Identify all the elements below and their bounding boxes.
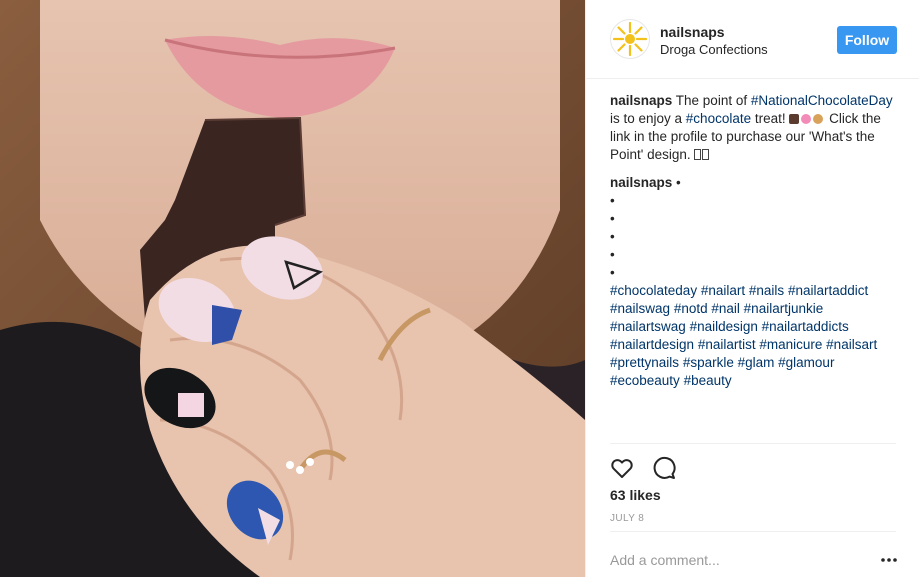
photo-illustration <box>0 0 585 577</box>
action-bar <box>610 456 690 480</box>
hashtag-link[interactable]: #beauty <box>684 373 732 388</box>
bullet-line: • <box>610 247 615 262</box>
hashtag-link[interactable]: #notd <box>674 301 708 316</box>
divider <box>610 443 896 444</box>
hashtag-link[interactable]: #naildesign <box>690 319 758 334</box>
cookie-emoji-icon <box>813 114 824 124</box>
hashtag-link[interactable]: #chocolate <box>686 111 751 126</box>
hashtag-link[interactable]: #glamour <box>778 355 834 370</box>
follow-button[interactable]: Follow <box>837 26 897 54</box>
hashtag-link[interactable]: #nailsart <box>826 337 877 352</box>
bullet-line: • <box>610 193 615 208</box>
hashtag-link[interactable]: #NationalChocolateDay <box>751 93 893 108</box>
donut-emoji-icon <box>801 114 812 124</box>
caption-comment: nailsnaps The point of #NationalChocolat… <box>610 92 900 164</box>
hashtag-link[interactable]: #chocolateday <box>610 283 697 298</box>
hashtag-link[interactable]: #sparkle <box>683 355 734 370</box>
comments-section: nailsnaps The point of #NationalChocolat… <box>610 92 900 400</box>
tags-comment-username-link[interactable]: nailsnaps <box>610 175 672 190</box>
comment-bubble-icon <box>654 456 676 479</box>
caption-username-link[interactable]: nailsnaps <box>610 93 672 108</box>
add-comment-input[interactable] <box>610 550 860 570</box>
tags-comment-suffix: • <box>672 175 681 190</box>
hashtag-link[interactable]: #nailartjunkie <box>744 301 824 316</box>
hashtag-link[interactable]: #nailartaddict <box>788 283 868 298</box>
likes-count[interactable]: 63 likes <box>610 487 661 503</box>
unsupported-glyph-icon <box>702 149 710 160</box>
post-date[interactable]: JULY 8 <box>610 513 644 524</box>
more-options-button[interactable] <box>880 551 898 569</box>
bullet-line: • <box>610 229 615 244</box>
avatar[interactable] <box>610 19 650 59</box>
chocolate-emoji-icon <box>789 114 800 124</box>
hashtag-list: #chocolateday #nailart #nails #nailartad… <box>610 282 900 390</box>
hashtag-link[interactable]: #ecobeauty <box>610 373 680 388</box>
bullet-line: • <box>610 265 615 280</box>
like-button[interactable] <box>610 456 636 480</box>
bullet-line: • <box>610 211 615 226</box>
post-username-link[interactable]: nailsnaps <box>660 24 725 40</box>
post-side-panel: nailsnaps Droga Confections Follow nails… <box>585 0 919 577</box>
comment-button[interactable] <box>652 456 678 480</box>
post-photo[interactable] <box>0 0 585 577</box>
hashtag-link[interactable]: #manicure <box>759 337 822 352</box>
hashtag-link[interactable]: #nails <box>749 283 784 298</box>
hashtag-link[interactable]: #nailartist <box>698 337 756 352</box>
instagram-post: nailsnaps Droga Confections Follow nails… <box>0 0 919 577</box>
caption-text-3: treat! <box>751 111 790 126</box>
hashtag-link[interactable]: #nailartdesign <box>610 337 694 352</box>
unsupported-glyph-icon <box>694 149 702 160</box>
post-header: nailsnaps Droga Confections Follow <box>586 0 919 79</box>
hashtag-link[interactable]: #glam <box>738 355 775 370</box>
hashtag-link[interactable]: #nailartaddicts <box>762 319 849 334</box>
post-location-link[interactable]: Droga Confections <box>660 42 768 57</box>
caption-text-1: The point of <box>672 93 751 108</box>
divider <box>610 531 896 532</box>
sun-logo-icon <box>612 21 648 57</box>
heart-icon <box>611 459 633 478</box>
hashtag-link[interactable]: #nail <box>711 301 740 316</box>
tags-comment: nailsnaps • • • • • • #chocolateday #nai… <box>610 174 900 390</box>
hashtag-link[interactable]: #prettynails <box>610 355 679 370</box>
caption-text-2: is to enjoy a <box>610 111 686 126</box>
hashtag-link[interactable]: #nailswag <box>610 301 670 316</box>
hashtag-link[interactable]: #nailartswag <box>610 319 686 334</box>
more-options-icon <box>881 558 897 562</box>
hashtag-link[interactable]: #nailart <box>701 283 745 298</box>
